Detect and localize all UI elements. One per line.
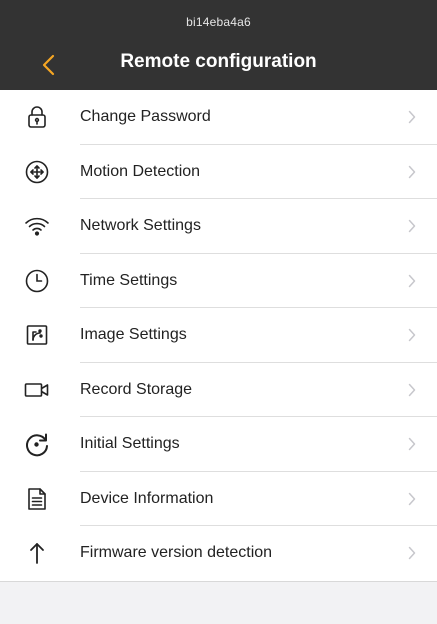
menu-item-label: Time Settings — [80, 271, 178, 289]
menu-item-change-password[interactable]: Change Password — [0, 90, 437, 145]
page-title: Remote configuration — [120, 51, 317, 72]
menu-item-label: Device Information — [80, 489, 214, 507]
clock-icon — [24, 268, 50, 294]
menu-item-label: Motion Detection — [80, 162, 201, 180]
menu-item-device-information[interactable]: Device Information — [0, 472, 437, 527]
chevron-right-icon — [407, 218, 417, 234]
menu-item-label: Initial Settings — [80, 435, 180, 453]
reset-icon — [24, 431, 50, 457]
menu-item-label: Firmware version detection — [80, 544, 273, 562]
menu-item-initial-settings[interactable]: Initial Settings — [0, 417, 437, 472]
chevron-right-icon — [407, 436, 417, 452]
settings-menu: Change Password Motion Detection Network… — [0, 90, 437, 581]
menu-item-network-settings[interactable]: Network Settings — [0, 199, 437, 254]
menu-item-motion-detection[interactable]: Motion Detection — [0, 145, 437, 200]
menu-item-label: Record Storage — [80, 380, 193, 398]
document-icon — [24, 486, 50, 512]
chevron-right-icon — [407, 545, 417, 561]
nav-bar: bi14eba4a6 Remote configuration — [0, 0, 437, 90]
chevron-right-icon — [407, 273, 417, 289]
menu-item-label: Change Password — [80, 108, 211, 126]
chevron-right-icon — [407, 382, 417, 398]
menu-item-time-settings[interactable]: Time Settings — [0, 254, 437, 309]
wifi-icon — [24, 213, 50, 239]
lock-icon — [24, 104, 50, 130]
chevron-right-icon — [407, 109, 417, 125]
menu-item-record-storage[interactable]: Record Storage — [0, 363, 437, 418]
video-camera-icon — [24, 377, 50, 403]
menu-item-label: Image Settings — [80, 326, 187, 344]
divider — [0, 581, 437, 582]
device-id: bi14eba4a6 — [186, 15, 251, 29]
menu-item-label: Network Settings — [80, 217, 201, 235]
menu-item-firmware-version-detection[interactable]: Firmware version detection — [0, 526, 437, 581]
image-settings-icon — [24, 322, 50, 348]
arrow-up-icon — [24, 540, 50, 566]
move-arrows-icon — [24, 159, 50, 185]
chevron-right-icon — [407, 164, 417, 180]
menu-item-image-settings[interactable]: Image Settings — [0, 308, 437, 363]
chevron-right-icon — [407, 327, 417, 343]
chevron-right-icon — [407, 491, 417, 507]
